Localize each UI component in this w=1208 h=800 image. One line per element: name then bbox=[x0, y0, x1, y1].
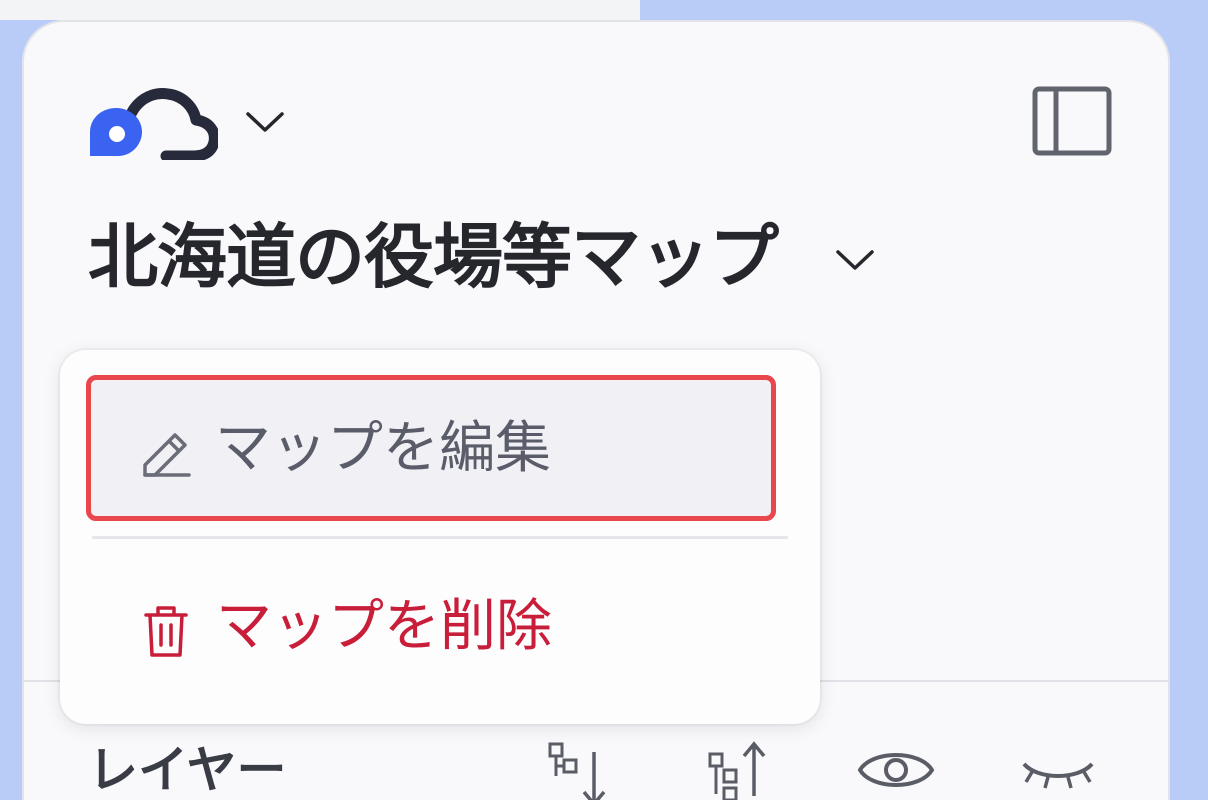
sort-down-icon[interactable] bbox=[540, 740, 620, 800]
sort-up-icon[interactable] bbox=[700, 740, 780, 800]
delete-map-label: マップを削除 bbox=[216, 594, 552, 659]
map-actions-menu: マップを編集 マップを削除 bbox=[60, 350, 820, 724]
eye-icon[interactable] bbox=[856, 740, 936, 800]
chevron-down-icon[interactable] bbox=[834, 242, 876, 276]
sidebar-toggle-icon[interactable] bbox=[1032, 86, 1112, 156]
eye-closed-icon[interactable] bbox=[1018, 740, 1098, 800]
trash-icon bbox=[144, 606, 188, 657]
delete-map-menu-item[interactable]: マップを削除 bbox=[88, 558, 788, 698]
edit-map-menu-item[interactable]: マップを編集 bbox=[86, 375, 776, 521]
menu-divider bbox=[92, 536, 788, 539]
page-title[interactable]: 北海道の役場等マップ bbox=[88, 212, 779, 302]
chevron-down-icon[interactable] bbox=[244, 104, 286, 138]
map-land-area bbox=[0, 0, 640, 20]
pencil-icon bbox=[143, 433, 191, 477]
cloud-pin-logo-icon[interactable] bbox=[88, 80, 218, 160]
edit-map-label: マップを編集 bbox=[215, 416, 551, 481]
layers-heading: レイヤー bbox=[88, 741, 287, 799]
